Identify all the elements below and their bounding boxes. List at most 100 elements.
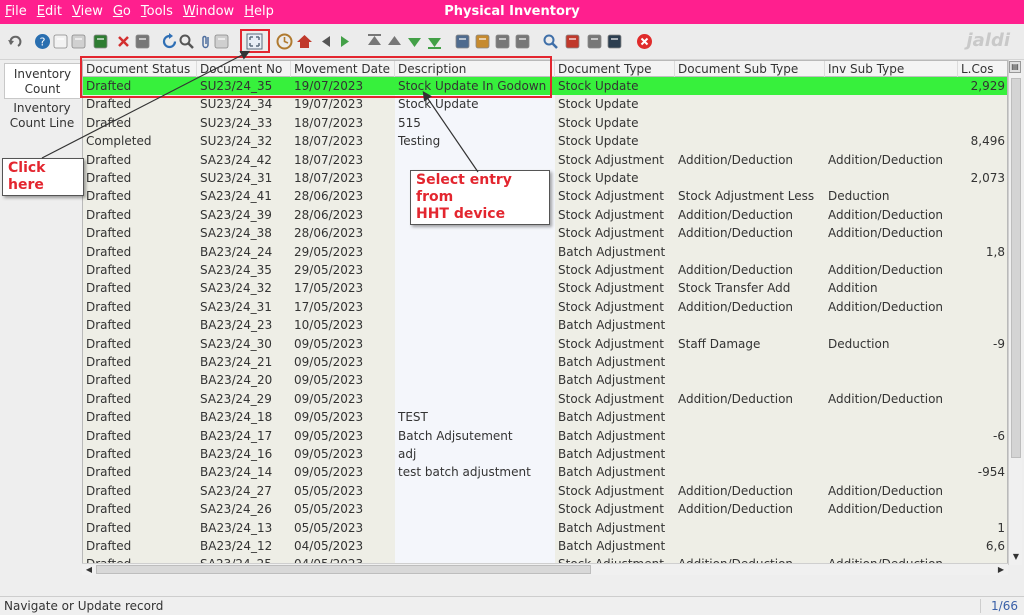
- cell-description[interactable]: [395, 316, 555, 335]
- cell-line-cost[interactable]: [958, 205, 1007, 225]
- cell-document-no[interactable]: BA23/24_24: [197, 242, 291, 261]
- cell-line-cost[interactable]: -954: [958, 463, 1007, 482]
- cell-document-status[interactable]: Drafted: [83, 169, 197, 188]
- cell-document-no[interactable]: SU23/24_31: [197, 169, 291, 188]
- cell-document-status[interactable]: Drafted: [83, 95, 197, 114]
- menu-tools[interactable]: Tools: [136, 0, 178, 24]
- cell-movement-date[interactable]: 19/07/2023: [291, 95, 395, 114]
- cell-document-type[interactable]: Stock Adjustment: [555, 389, 675, 409]
- cell-document-type[interactable]: Batch Adjustment: [555, 445, 675, 464]
- cell-line-cost[interactable]: [958, 408, 1007, 427]
- cell-document-status[interactable]: Drafted: [83, 445, 197, 464]
- cell-description[interactable]: [395, 389, 555, 409]
- cell-line-cost[interactable]: 1,8: [958, 242, 1007, 261]
- cell-document-sub-type[interactable]: Addition/Deduction: [675, 150, 825, 169]
- cell-movement-date[interactable]: 05/05/2023: [291, 481, 395, 501]
- zoom-across-icon[interactable]: [542, 33, 559, 50]
- cell-description[interactable]: Testing: [395, 132, 555, 151]
- table-row[interactable]: Drafted SA23/24_29 09/05/2023 Stock Adjustm…: [83, 389, 1007, 409]
- cell-description[interactable]: Batch Adjsutement: [395, 426, 555, 445]
- cell-line-cost[interactable]: 1: [958, 518, 1007, 537]
- cell-document-sub-type[interactable]: Addition/Deduction: [675, 261, 825, 280]
- cell-inv-sub-type[interactable]: [825, 371, 958, 390]
- cell-description[interactable]: [395, 353, 555, 372]
- cell-document-no[interactable]: SU23/24_32: [197, 132, 291, 151]
- cell-document-status[interactable]: Drafted: [83, 242, 197, 261]
- cell-line-cost[interactable]: [958, 279, 1007, 298]
- scroll-right-arrow-icon[interactable]: ▶: [995, 564, 1007, 576]
- cell-movement-date[interactable]: 09/05/2023: [291, 408, 395, 427]
- new-record-icon[interactable]: [52, 33, 69, 50]
- parent-record-icon[interactable]: [386, 33, 403, 50]
- cell-inv-sub-type[interactable]: [825, 353, 958, 372]
- cell-line-cost[interactable]: [958, 445, 1007, 464]
- cell-document-type[interactable]: Stock Adjustment: [555, 261, 675, 280]
- cell-line-cost[interactable]: [958, 187, 1007, 206]
- cell-document-status[interactable]: Drafted: [83, 279, 197, 298]
- cell-document-status[interactable]: Drafted: [83, 389, 197, 409]
- cell-document-type[interactable]: Stock Adjustment: [555, 187, 675, 206]
- horizontal-scroll-thumb[interactable]: [96, 565, 591, 574]
- cell-description[interactable]: [395, 279, 555, 298]
- cell-inv-sub-type[interactable]: Addition/Deduction: [825, 205, 958, 225]
- cell-movement-date[interactable]: 28/06/2023: [291, 205, 395, 225]
- table-row[interactable]: Drafted BA23/24_12 04/05/2023 Batch Adjustm…: [83, 537, 1007, 556]
- cell-inv-sub-type[interactable]: [825, 113, 958, 133]
- cell-document-sub-type[interactable]: Addition/Deduction: [675, 500, 825, 519]
- table-edit-icon[interactable]: [134, 33, 151, 50]
- previous-record-icon[interactable]: [318, 33, 335, 50]
- table-row[interactable]: Drafted SA23/24_38 28/06/2023 Stock Adjustm…: [83, 224, 1007, 243]
- cell-movement-date[interactable]: 28/06/2023: [291, 224, 395, 243]
- cell-document-status[interactable]: Drafted: [83, 316, 197, 335]
- cell-document-no[interactable]: SA23/24_31: [197, 297, 291, 317]
- product-info-icon[interactable]: [606, 33, 623, 50]
- cell-document-no[interactable]: SA23/24_27: [197, 481, 291, 501]
- cell-document-sub-type[interactable]: [675, 77, 825, 96]
- cell-movement-date[interactable]: 17/05/2023: [291, 279, 395, 298]
- cell-document-no[interactable]: BA23/24_20: [197, 371, 291, 390]
- vertical-scroll-thumb[interactable]: [1011, 78, 1021, 458]
- cell-document-sub-type[interactable]: Addition/Deduction: [675, 224, 825, 243]
- cell-document-status[interactable]: Drafted: [83, 481, 197, 501]
- cell-line-cost[interactable]: [958, 481, 1007, 501]
- next-record-icon[interactable]: [336, 33, 353, 50]
- cell-document-status[interactable]: Drafted: [83, 150, 197, 169]
- record-count[interactable]: 1/66: [980, 599, 1018, 613]
- cell-description[interactable]: TEST: [395, 408, 555, 427]
- detail-record-icon[interactable]: [406, 33, 423, 50]
- cell-movement-date[interactable]: 29/05/2023: [291, 242, 395, 261]
- cell-document-no[interactable]: BA23/24_21: [197, 353, 291, 372]
- cell-inv-sub-type[interactable]: Addition/Deduction: [825, 389, 958, 409]
- cell-document-status[interactable]: Drafted: [83, 463, 197, 482]
- cell-description[interactable]: [395, 537, 555, 556]
- cell-document-status[interactable]: Drafted: [83, 187, 197, 206]
- cell-document-no[interactable]: BA23/24_13: [197, 518, 291, 537]
- cell-inv-sub-type[interactable]: [825, 169, 958, 188]
- cell-document-type[interactable]: Stock Update: [555, 77, 675, 96]
- cell-document-type[interactable]: Stock Update: [555, 169, 675, 188]
- cell-document-sub-type[interactable]: Addition/Deduction: [675, 389, 825, 409]
- cell-inv-sub-type[interactable]: Deduction: [825, 187, 958, 206]
- cell-document-sub-type[interactable]: [675, 316, 825, 335]
- cell-inv-sub-type[interactable]: [825, 445, 958, 464]
- cell-movement-date[interactable]: 05/05/2023: [291, 500, 395, 519]
- cell-line-cost[interactable]: [958, 95, 1007, 114]
- cell-document-type[interactable]: Stock Adjustment: [555, 150, 675, 169]
- cell-movement-date[interactable]: 18/07/2023: [291, 150, 395, 169]
- cell-line-cost[interactable]: [958, 316, 1007, 335]
- cell-movement-date[interactable]: 09/05/2023: [291, 334, 395, 353]
- cell-document-status[interactable]: Drafted: [83, 371, 197, 390]
- cell-document-status[interactable]: Drafted: [83, 205, 197, 225]
- cell-document-status[interactable]: Drafted: [83, 113, 197, 133]
- column-header-inv-sub-type[interactable]: Inv Sub Type: [825, 61, 958, 77]
- cell-description[interactable]: 515: [395, 113, 555, 133]
- cell-inv-sub-type[interactable]: Addition/Deduction: [825, 224, 958, 243]
- chat-icon[interactable]: [213, 33, 230, 50]
- table-row[interactable]: Drafted BA23/24_17 09/05/2023 Batch Adjsute…: [83, 426, 1007, 445]
- cell-document-sub-type[interactable]: [675, 353, 825, 372]
- cell-inv-sub-type[interactable]: [825, 316, 958, 335]
- cell-inv-sub-type[interactable]: [825, 463, 958, 482]
- column-chooser-icon[interactable]: ▤: [1009, 61, 1021, 73]
- print-preview-icon[interactable]: [494, 33, 511, 50]
- cell-document-type[interactable]: Stock Update: [555, 113, 675, 133]
